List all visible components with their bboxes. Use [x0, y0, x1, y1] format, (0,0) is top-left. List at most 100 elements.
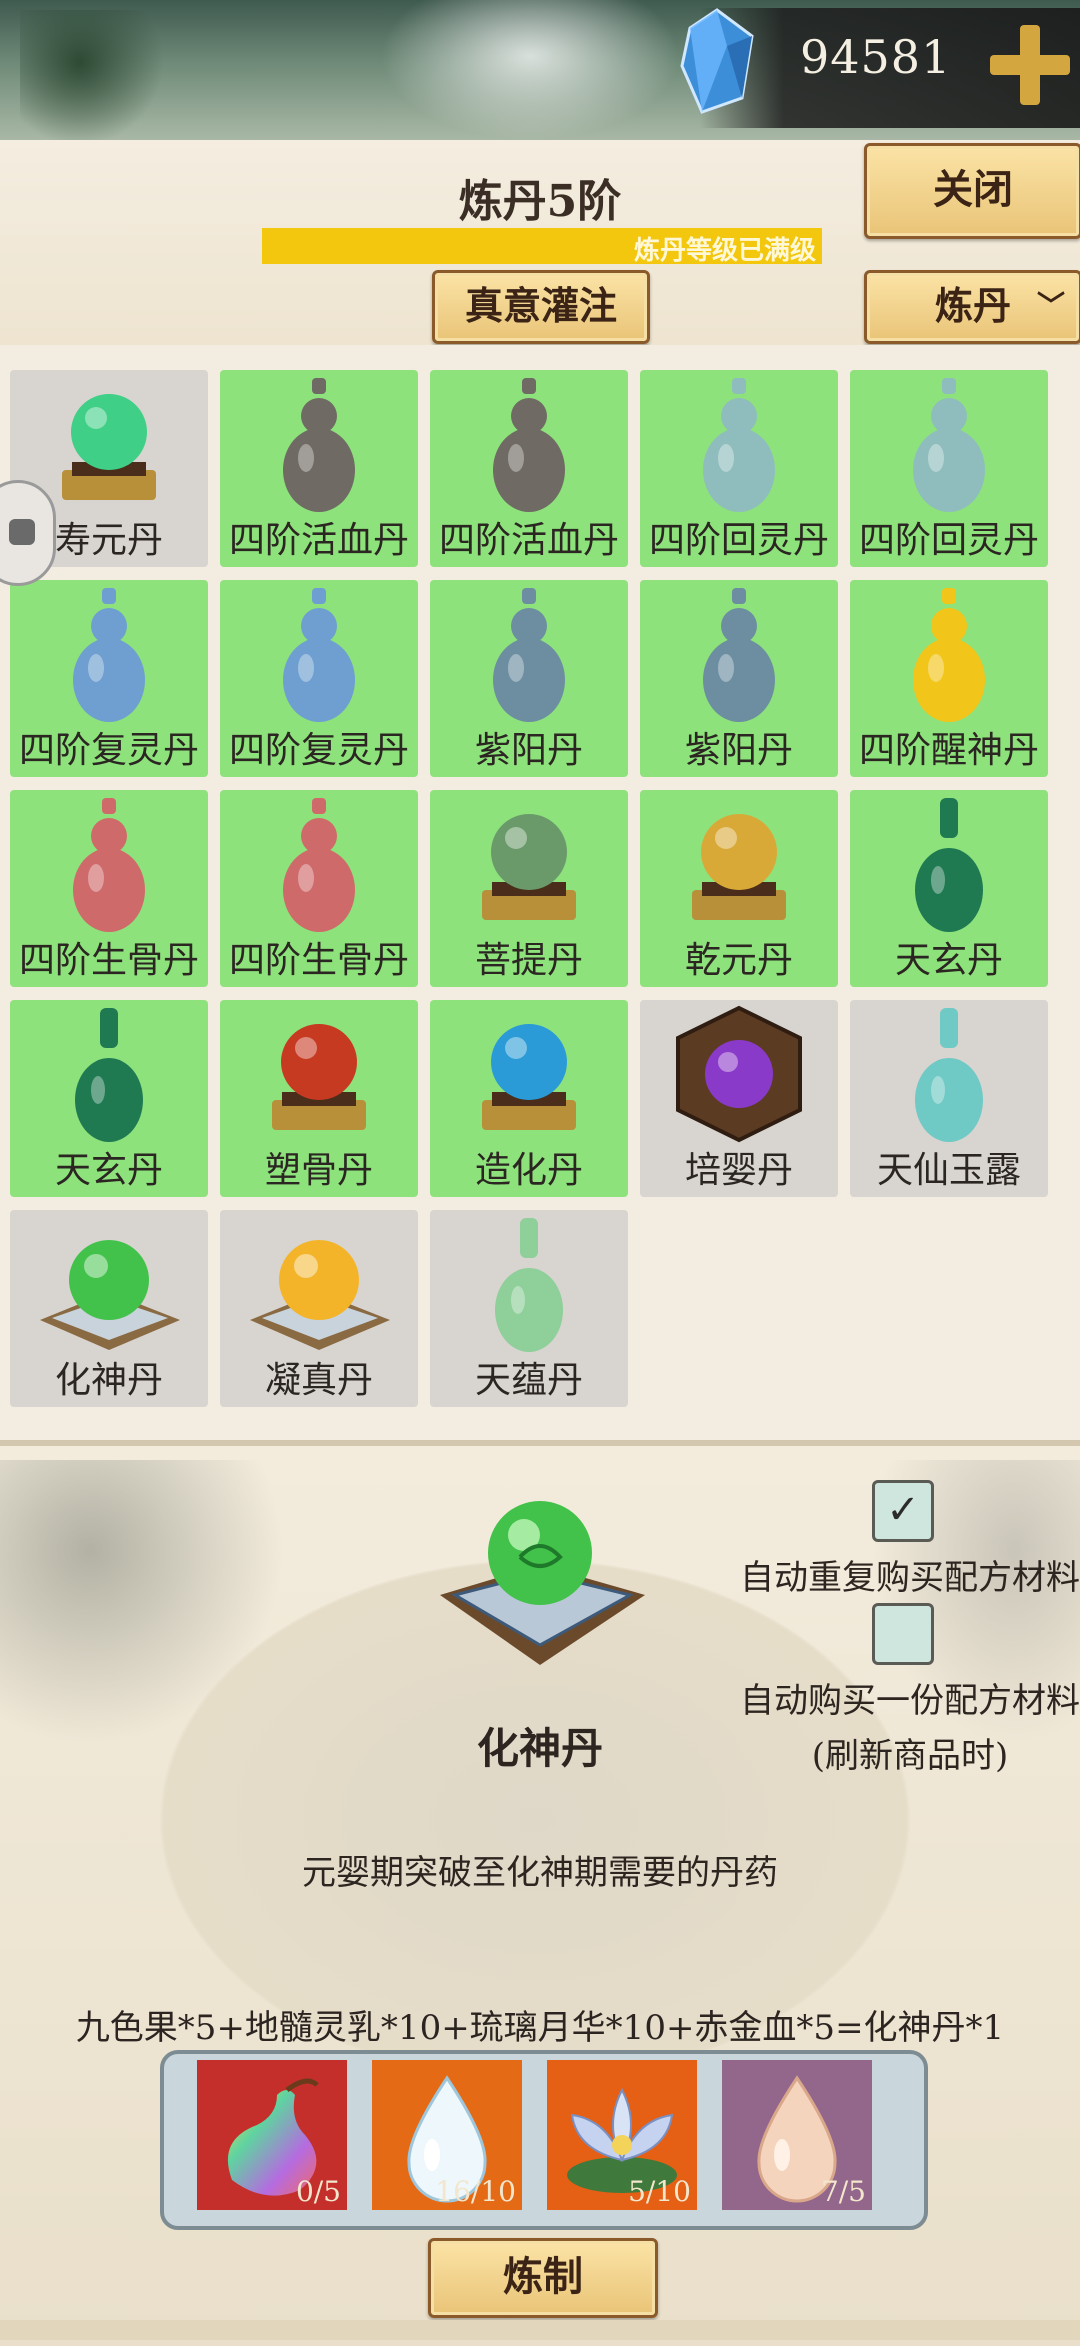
pill-card[interactable]: 化神丹	[10, 1210, 208, 1407]
pill-card[interactable]: 紫阳丹	[430, 580, 628, 777]
pill-card-name: 塑骨丹	[264, 1150, 373, 1191]
pill-card[interactable]: 四阶活血丹	[220, 370, 418, 567]
material-count: 5/10	[628, 2175, 691, 2208]
pill-grid[interactable]: 三阶复灵丹三阶复灵丹结金丹星极丹星极丹寿元丹四阶活血丹四阶活血丹四阶回灵丹四阶回…	[0, 345, 1080, 1440]
pill-card[interactable]: 乾元丹	[640, 790, 838, 987]
bottom-strip	[0, 2320, 1080, 2340]
pill-card-name: 天玄丹	[54, 1150, 163, 1191]
pill-card[interactable]: 造化丹	[430, 1000, 628, 1197]
pill-card-name: 培婴丹	[684, 1150, 793, 1191]
pill-card-name: 四阶活血丹	[228, 520, 409, 561]
auto-buy-once-label: 自动购买一份配方材料	[740, 1681, 1080, 1721]
pill-card-name: 四阶生骨丹	[18, 940, 199, 981]
red-gourd-bottle-icon	[283, 798, 355, 932]
side-drawer-handle[interactable]	[0, 480, 56, 586]
pill-card[interactable]: 天玄丹	[10, 1000, 208, 1197]
green-orb-on-stand-icon	[482, 814, 576, 920]
pill-card-name: 化神丹	[54, 1360, 163, 1401]
pill-card[interactable]: 四阶生骨丹	[10, 790, 208, 987]
pill-card-name: 四阶活血丹	[438, 520, 619, 561]
auto-repeat-checkbox[interactable]: ✓	[872, 1480, 934, 1542]
pill-card-name: 四阶回灵丹	[858, 520, 1039, 561]
close-button[interactable]: 关闭	[864, 143, 1080, 239]
pill-card[interactable]: 天仙玉露	[850, 1000, 1048, 1197]
material-count: 16/10	[435, 2175, 516, 2208]
pill-card-name: 凝真丹	[264, 1360, 373, 1401]
selected-pill-description: 元婴期突破至化神期需要的丹药	[302, 1853, 778, 1893]
green-orb-on-cushion-icon	[440, 1501, 645, 1665]
chevron-down-icon: ﹀	[1036, 289, 1065, 322]
material-slot[interactable]: 16/10	[372, 2060, 522, 2210]
blue-gem-icon	[680, 8, 754, 114]
pill-card-name: 天玄丹	[894, 940, 1003, 981]
grey-gourd-bottle-icon	[493, 378, 565, 512]
pill-card-name: 四阶生骨丹	[228, 940, 409, 981]
pill-card[interactable]: 紫阳丹	[640, 580, 838, 777]
pill-card[interactable]: 四阶复灵丹	[10, 580, 208, 777]
celadon-vase-icon	[495, 1218, 563, 1352]
pill-card[interactable]: 培婴丹	[640, 1000, 838, 1197]
pill-card[interactable]: 菩提丹	[430, 790, 628, 987]
material-slot[interactable]: 0/5	[197, 2060, 347, 2210]
craft-type-value: 炼丹	[934, 283, 1011, 328]
pill-card-name: 天蕴丹	[474, 1360, 583, 1401]
pill-card-name: 四阶醒神丹	[858, 730, 1039, 771]
waterfall-mist-decoration	[380, 0, 680, 140]
material-slot[interactable]: 5/10	[547, 2060, 697, 2210]
gem-amount: 94581	[800, 30, 952, 84]
pill-card-name: 四阶复灵丹	[18, 730, 199, 771]
pill-card[interactable]: 四阶复灵丹	[220, 580, 418, 777]
material-count: 7/5	[820, 2175, 866, 2208]
blue-calabash-icon	[703, 588, 775, 722]
recipe-formula: 九色果*5+地髓灵乳*10+琉璃月华*10+赤金血*5=化神丹*1	[75, 2008, 1005, 2048]
red-orb-on-stand-icon	[272, 1024, 366, 1130]
blue-gourd-bottle-icon	[283, 588, 355, 722]
yellow-gourd-bottle-icon	[913, 588, 985, 722]
pill-card-name: 天仙玉露	[876, 1150, 1021, 1191]
pill-card[interactable]: 四阶醒神丹	[850, 580, 1048, 777]
purple-orb-in-box-icon	[676, 1005, 802, 1143]
pill-card-name: 乾元丹	[684, 940, 793, 981]
gold-orb-on-stand-icon	[692, 814, 786, 920]
amber-orb-on-tray-icon	[250, 1240, 390, 1350]
pill-card-name: 造化丹	[474, 1150, 583, 1191]
pill-card-name: 四阶回灵丹	[648, 520, 829, 561]
pill-card[interactable]: 四阶活血丹	[430, 370, 628, 567]
level-status-text: 炼丹等级已满级	[633, 236, 816, 266]
red-gourd-bottle-icon	[73, 798, 145, 932]
pill-card-name: 四阶复灵丹	[228, 730, 409, 771]
teal-gourd-bottle-icon	[703, 378, 775, 512]
jade-flask-icon	[915, 1008, 983, 1142]
pill-card[interactable]: 凝真丹	[220, 1210, 418, 1407]
auto-repeat-label: 自动重复购买配方材料	[740, 1558, 1080, 1598]
forge-button[interactable]: 炼制	[428, 2238, 658, 2318]
pill-card[interactable]: 天玄丹	[850, 790, 1048, 987]
pill-card[interactable]: 四阶回灵丹	[640, 370, 838, 567]
add-currency-button[interactable]	[985, 20, 1075, 110]
pill-card[interactable]: 塑骨丹	[220, 1000, 418, 1197]
craft-type-select[interactable]: 炼丹 ﹀	[864, 270, 1080, 344]
tree-decoration	[20, 10, 170, 140]
green-orb-on-cushion-icon	[40, 1240, 180, 1350]
blue-orb-on-stand-icon	[482, 1024, 576, 1130]
pill-card[interactable]: 天蕴丹	[430, 1210, 628, 1407]
level-progress-bar: 炼丹等级已满级	[262, 228, 822, 266]
pill-card-name: 菩提丹	[474, 940, 583, 981]
green-vase-icon	[75, 1008, 143, 1142]
pill-card[interactable]: 四阶生骨丹	[220, 790, 418, 987]
blue-gourd-bottle-icon	[73, 588, 145, 722]
material-count: 0/5	[295, 2175, 341, 2208]
material-slot[interactable]: 7/5	[722, 2060, 872, 2210]
pill-card[interactable]: 四阶回灵丹	[850, 370, 1048, 567]
infuse-button[interactable]: 真意灌注	[432, 270, 650, 344]
grey-gourd-bottle-icon	[283, 378, 355, 512]
green-vase-icon	[915, 798, 983, 932]
pill-card-name: 紫阳丹	[474, 730, 583, 771]
blue-calabash-icon	[493, 588, 565, 722]
pill-card-name: 紫阳丹	[684, 730, 793, 771]
checkmark-icon: ✓	[886, 1487, 920, 1533]
auto-buy-once-checkbox[interactable]	[872, 1603, 934, 1665]
handle-icon	[9, 519, 35, 545]
teal-gourd-bottle-icon	[913, 378, 985, 512]
auto-buy-once-note: (刷新商品时)	[811, 1736, 1009, 1776]
